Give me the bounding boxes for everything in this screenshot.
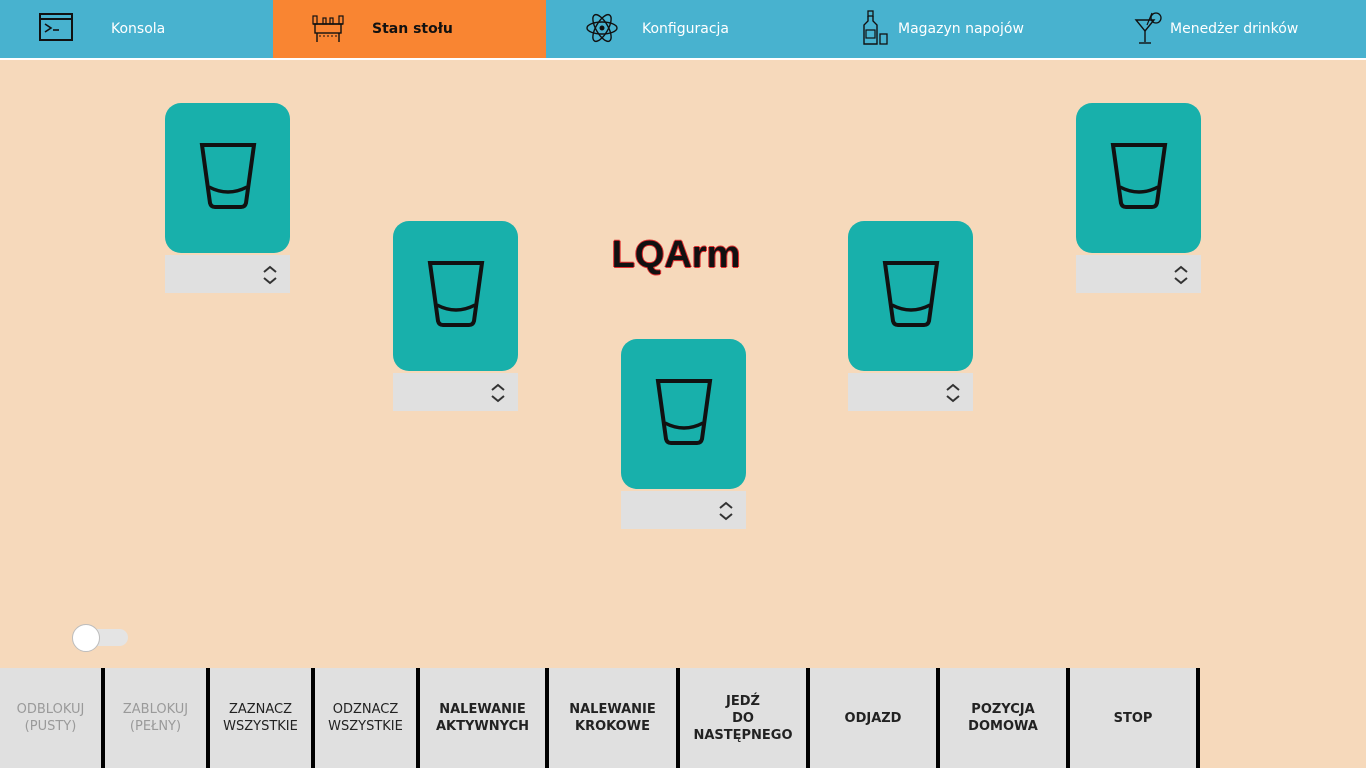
depart-button[interactable]: ODJAZD [810, 668, 936, 768]
chevron-updown-icon [491, 383, 505, 403]
shot-glass-icon [1109, 141, 1169, 215]
home-position-button[interactable]: POZYCJA DOMOWA [940, 668, 1066, 768]
tab-konsola-label: Konsola [111, 21, 166, 37]
tab-magazyn-napojow-label: Magazyn napojów [898, 21, 1024, 37]
lock-full-button[interactable]: ZABLOKUJ (PEŁNY) [105, 668, 206, 768]
pour-stepwise-button[interactable]: NALEWANIE KROKOWE [549, 668, 676, 768]
console-icon [38, 10, 74, 46]
glass-card[interactable] [165, 103, 290, 253]
glass-card[interactable] [848, 221, 973, 371]
slot-spinner[interactable] [393, 373, 518, 411]
slot-spinner[interactable] [848, 373, 973, 411]
glass-slot-4 [848, 221, 973, 411]
tab-menedzer-drinkow[interactable]: Menedżer drinków [1092, 0, 1366, 58]
glass-card[interactable] [1076, 103, 1201, 253]
tab-stan-stolu-label: Stan stołu [372, 21, 453, 37]
glass-slot-1 [165, 103, 290, 293]
glass-card[interactable] [393, 221, 518, 371]
app-title: LQArm [611, 234, 741, 276]
glass-card[interactable] [621, 339, 746, 489]
divider [1196, 668, 1200, 768]
shot-glass-icon [654, 377, 714, 451]
toggle-knob[interactable] [72, 624, 100, 652]
cocktail-icon [1130, 10, 1166, 46]
tab-menedzer-drinkow-label: Menedżer drinków [1170, 21, 1299, 37]
bottle-icon [857, 10, 893, 46]
top-navigation: Konsola Stan stołu Konfiguracja Magazyn … [0, 0, 1366, 60]
shot-glass-icon [426, 259, 486, 333]
slot-spinner[interactable] [621, 491, 746, 529]
shot-glass-icon [198, 141, 258, 215]
tab-stan-stolu[interactable]: Stan stołu [273, 0, 546, 58]
glass-slot-3 [621, 339, 746, 529]
slot-spinner[interactable] [1076, 255, 1201, 293]
unlock-empty-button[interactable]: ODBLOKUJ (PUSTY) [0, 668, 101, 768]
stop-button[interactable]: STOP [1070, 668, 1196, 768]
glass-slot-5 [1076, 103, 1201, 293]
chevron-updown-icon [719, 501, 733, 521]
tab-magazyn-napojow[interactable]: Magazyn napojów [819, 0, 1092, 58]
chevron-updown-icon [1174, 265, 1188, 285]
glass-slot-2 [393, 221, 518, 411]
deselect-all-button[interactable]: ODZNACZ WSZYSTKIE [315, 668, 416, 768]
tab-konsola[interactable]: Konsola [0, 0, 273, 58]
select-all-button[interactable]: ZAZNACZ WSZYSTKIE [210, 668, 311, 768]
chevron-updown-icon [263, 265, 277, 285]
table-icon [310, 10, 346, 46]
go-to-next-button[interactable]: JEDŹ DO NASTĘPNEGO [680, 668, 806, 768]
action-button-bar: ODBLOKUJ (PUSTY) ZABLOKUJ (PEŁNY) ZAZNAC… [0, 668, 1200, 768]
pour-active-button[interactable]: NALEWANIE AKTYWNYCH [420, 668, 545, 768]
chevron-updown-icon [946, 383, 960, 403]
atom-icon [584, 10, 620, 46]
tab-konfiguracja-label: Konfiguracja [642, 21, 730, 37]
tab-konfiguracja[interactable]: Konfiguracja [546, 0, 819, 58]
slot-spinner[interactable] [165, 255, 290, 293]
shot-glass-icon [881, 259, 941, 333]
